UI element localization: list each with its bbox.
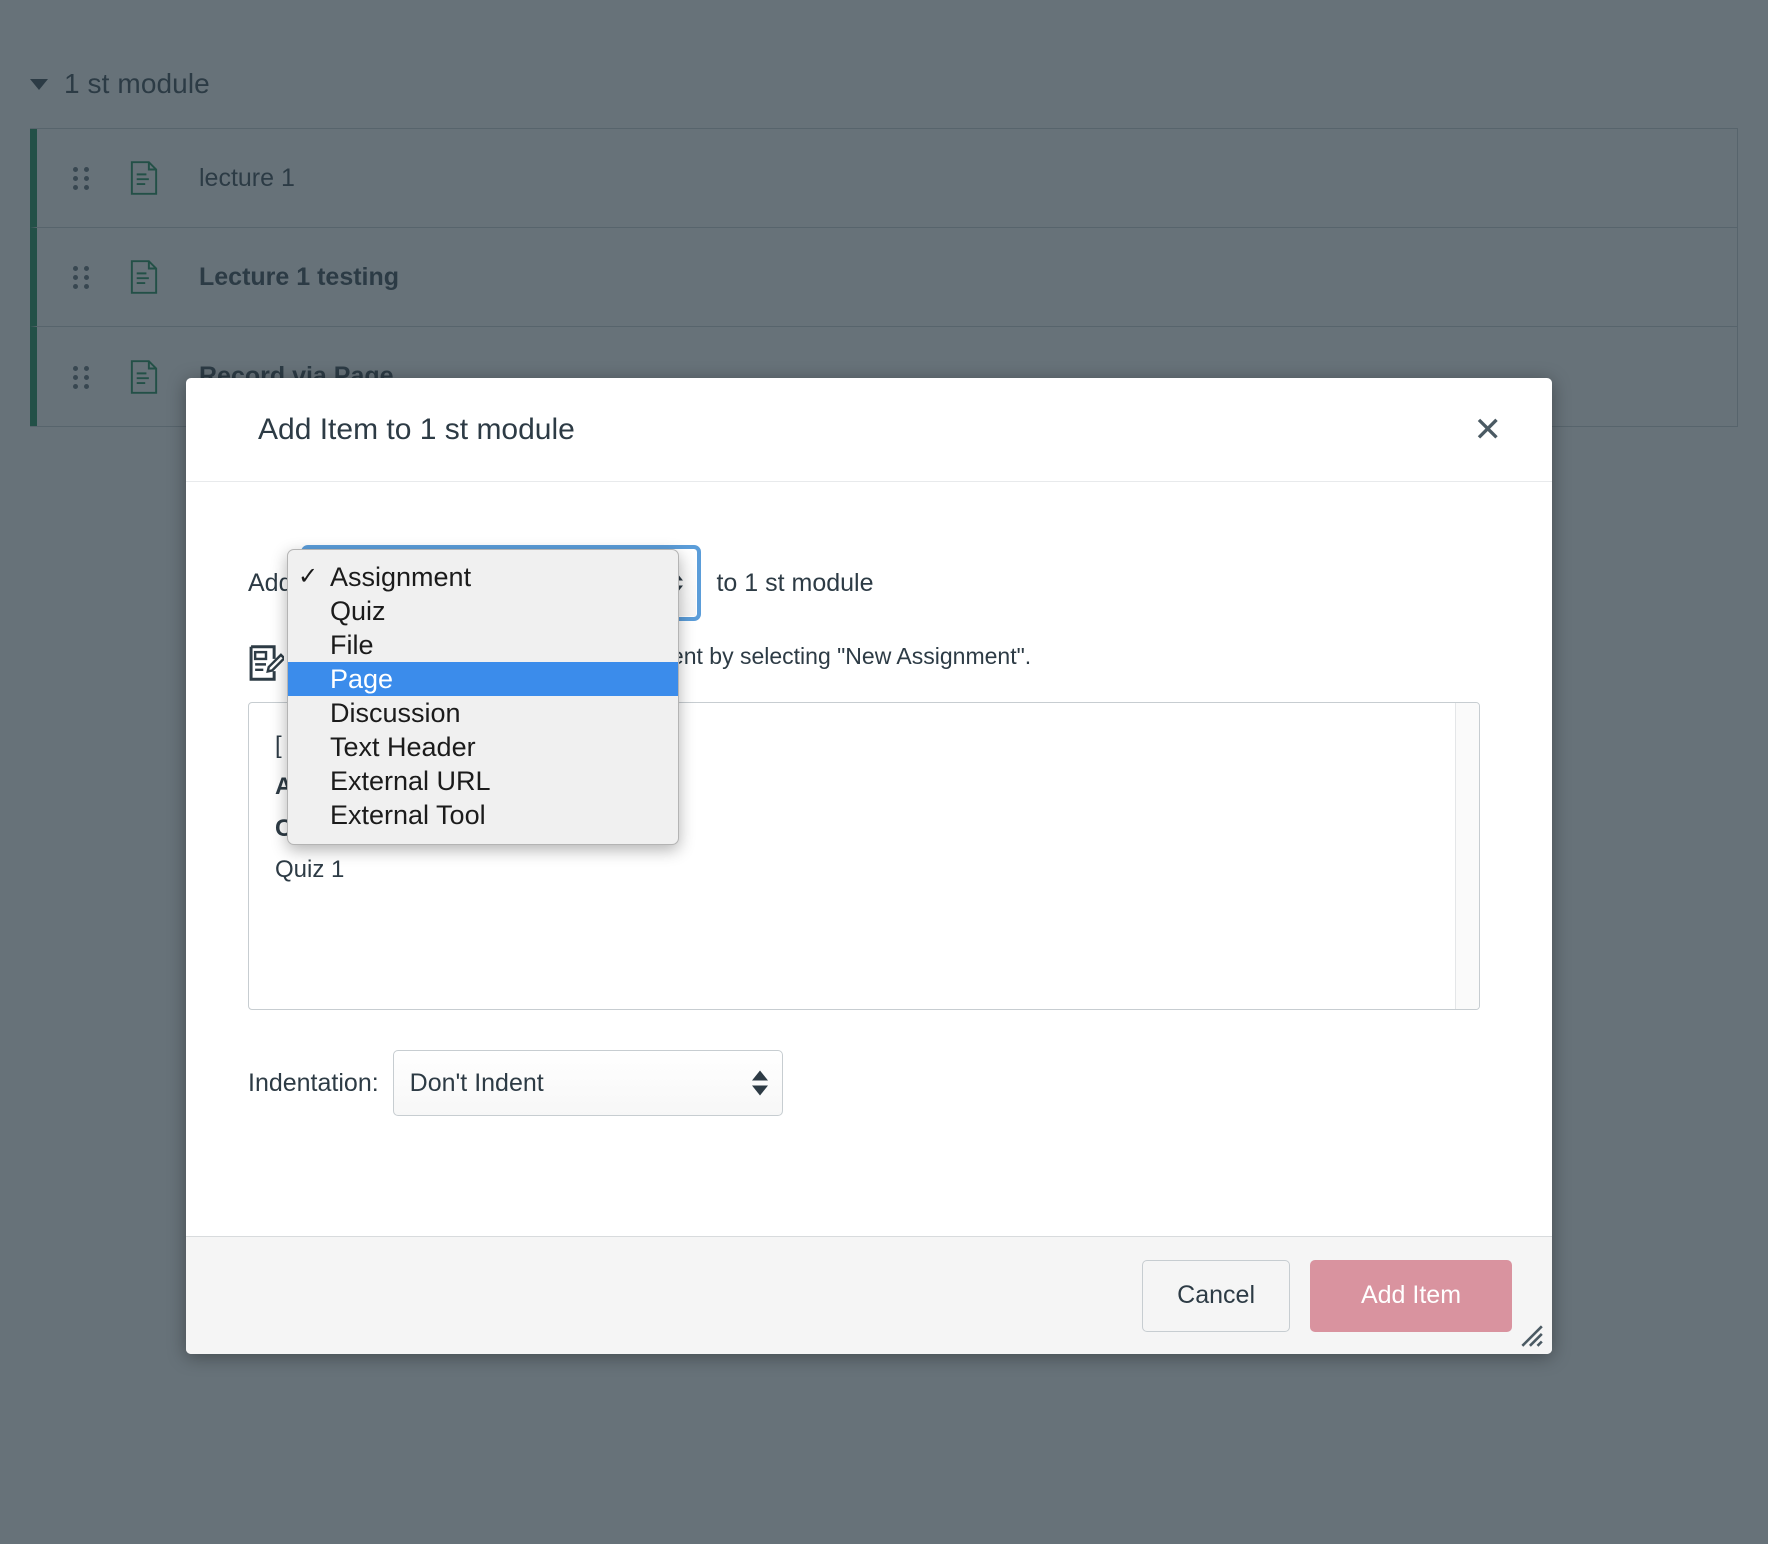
- dropdown-option-label: File: [330, 630, 374, 660]
- dropdown-option-quiz[interactable]: Quiz: [288, 594, 678, 628]
- indentation-label: Indentation:: [248, 1068, 379, 1097]
- dropdown-option-discussion[interactable]: Discussion: [288, 696, 678, 730]
- indentation-select[interactable]: Don't Indent: [392, 1050, 783, 1116]
- dropdown-option-label: External Tool: [330, 800, 486, 830]
- add-suffix-label: to 1 st module: [716, 568, 874, 597]
- dropdown-option-external-url[interactable]: External URL: [288, 764, 678, 798]
- dropdown-option-label: Text Header: [330, 732, 476, 762]
- dialog-title: Add Item to 1 st module: [258, 412, 575, 446]
- indentation-row: Indentation: Don't Indent: [248, 1050, 1480, 1116]
- dropdown-option-external-tool[interactable]: External Tool: [288, 798, 678, 832]
- listbox-scrollbar[interactable]: [1455, 703, 1479, 1009]
- dropdown-option-file[interactable]: File: [288, 628, 678, 662]
- assignment-edit-icon: [249, 645, 284, 681]
- dropdown-option-label: Page: [330, 664, 394, 694]
- dropdown-option-label: Discussion: [330, 698, 461, 728]
- dropdown-option-label: Quiz: [330, 596, 386, 626]
- add-item-dialog: Add Item to 1 st module ✕ Add Assignment…: [186, 378, 1552, 1354]
- close-icon[interactable]: ✕: [1464, 407, 1513, 453]
- indentation-value: Don't Indent: [409, 1068, 544, 1097]
- dialog-header: Add Item to 1 st module ✕: [186, 378, 1552, 482]
- cancel-button[interactable]: Cancel: [1142, 1259, 1290, 1332]
- dropdown-option-text-header[interactable]: Text Header: [288, 730, 678, 764]
- dropdown-option-label: External URL: [330, 766, 491, 796]
- add-prefix-label: Add: [248, 568, 293, 597]
- check-icon: ✓: [298, 563, 319, 590]
- dropdown-option-page[interactable]: Page: [288, 662, 678, 696]
- add-item-button[interactable]: Add Item: [1310, 1259, 1512, 1332]
- resize-grip-icon[interactable]: [1518, 1322, 1544, 1348]
- dialog-footer: Cancel Add Item: [186, 1236, 1552, 1354]
- item-type-dropdown-menu[interactable]: ✓ Assignment Quiz File Page Discussion T…: [287, 549, 679, 845]
- select-spinner-icon: [751, 1070, 768, 1096]
- dropdown-option-label: Assignment: [330, 562, 472, 592]
- dropdown-option-assignment[interactable]: ✓ Assignment: [288, 560, 678, 594]
- listbox-option[interactable]: Quiz 1: [275, 849, 1453, 890]
